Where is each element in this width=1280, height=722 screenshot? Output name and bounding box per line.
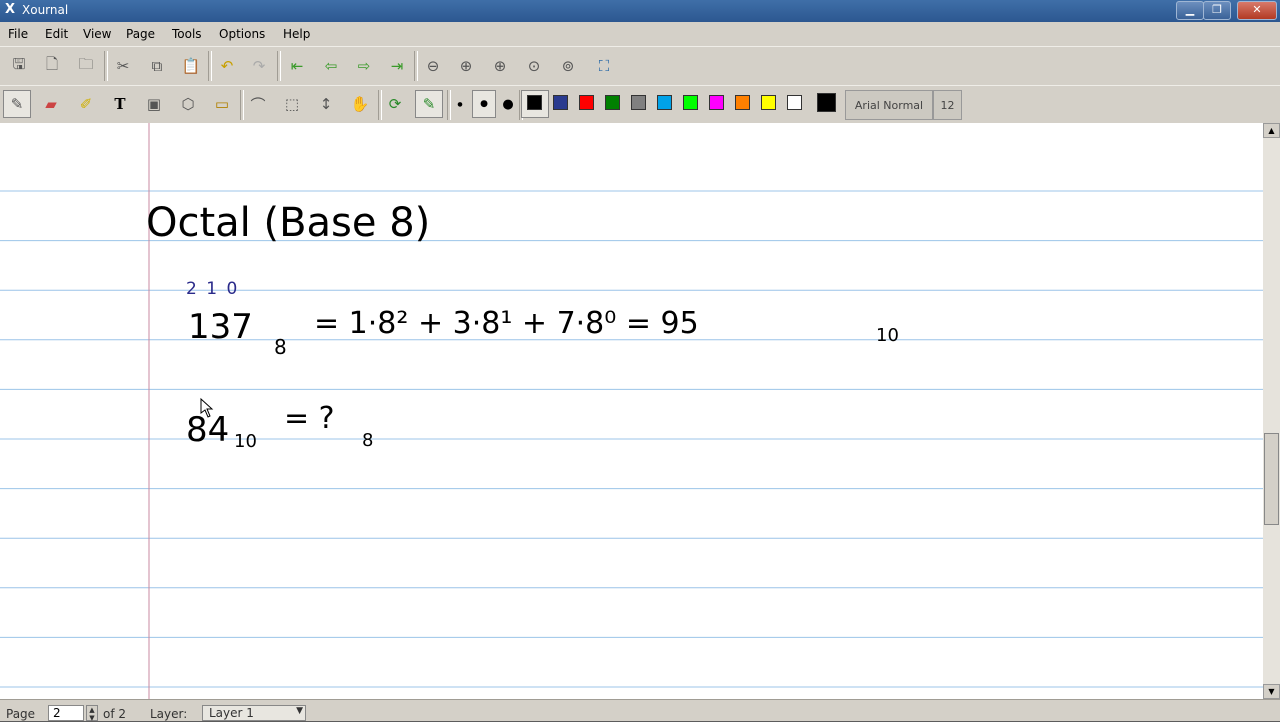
highlighter-icon[interactable]: ✐ <box>72 90 100 118</box>
app-icon: X <box>4 2 16 17</box>
color-swatch-red[interactable] <box>579 95 594 110</box>
color-swatch-light-green[interactable] <box>683 95 698 110</box>
menu-options[interactable]: Options <box>219 27 265 41</box>
line1-expression: 137 <box>188 307 253 347</box>
text-icon[interactable]: T <box>106 90 134 118</box>
color-swatch-green[interactable] <box>605 95 620 110</box>
select-region-icon[interactable]: ⌒ <box>244 90 272 118</box>
paste-icon[interactable]: 📋 <box>177 52 205 80</box>
zoom-fit-icon[interactable]: ⊚ <box>554 52 582 80</box>
color-swatch-magenta[interactable] <box>709 95 724 110</box>
hand-icon[interactable]: ✋ <box>346 90 374 118</box>
line1-subscript: 8 <box>274 335 287 359</box>
zoom-out-icon[interactable]: ⊖ <box>419 52 447 80</box>
thickness-thick-icon[interactable]: ● <box>498 90 518 118</box>
zoom-in-icon[interactable]: ⊕ <box>452 52 480 80</box>
color-swatch-gray[interactable] <box>631 95 646 110</box>
menu-view[interactable]: View <box>83 27 111 41</box>
page-number-input[interactable] <box>48 705 84 721</box>
status-bar: Page ▲▼ of 2 Layer: Layer 1 ▼ <box>0 699 1280 722</box>
line1-rhs: = 1·8² + 3·8¹ + 7·8⁰ = 95 <box>314 306 699 341</box>
ruler-icon[interactable]: ▭ <box>208 90 236 118</box>
layer-select-value: Layer 1 <box>209 706 254 720</box>
tools-toolbar: ✎ ▰ ✐ T ▣ ⬡ ▭ ⌒ ⬚ ↕ ✋ ⟳ ✎ ● ● ● Arial No… <box>0 85 1280 125</box>
default-tool-icon[interactable]: ⟳ <box>381 90 409 118</box>
copy-icon[interactable]: ⧉ <box>143 52 171 80</box>
menu-page[interactable]: Page <box>126 27 155 41</box>
cut-icon[interactable]: ✂ <box>109 52 137 80</box>
thickness-medium-icon[interactable]: ● <box>472 90 496 118</box>
menu-help[interactable]: Help <box>283 27 310 41</box>
minimize-button[interactable]: ▁ <box>1176 1 1204 20</box>
color-swatch-yellow[interactable] <box>761 95 776 110</box>
toolbar-separator <box>208 51 212 81</box>
toolbar-separator <box>277 51 281 81</box>
color-swatch-white[interactable] <box>787 95 802 110</box>
window-title: Xournal <box>22 3 69 17</box>
layer-select[interactable]: Layer 1 ▼ <box>202 705 306 721</box>
vertical-scrollbar[interactable]: ▲ ▼ <box>1263 123 1280 699</box>
next-page-icon[interactable]: ⇨ <box>350 52 378 80</box>
place-values-text: 2 1 0 <box>186 279 239 299</box>
zoom-in-2-icon[interactable]: ⊕ <box>486 52 514 80</box>
toolbar-separator <box>447 90 451 120</box>
redo-icon[interactable]: ↷ <box>245 52 273 80</box>
select-rectangle-icon[interactable]: ⬚ <box>278 90 306 118</box>
font-size-button[interactable]: 12 <box>933 90 962 120</box>
vertical-space-icon[interactable]: ↕ <box>312 90 340 118</box>
undo-icon[interactable]: ↶ <box>213 52 241 80</box>
color-swatch-light-blue[interactable] <box>657 95 672 110</box>
toolbar-separator <box>414 51 418 81</box>
line2-rhs-subscript: 8 <box>362 430 373 451</box>
color-swatch-current[interactable] <box>817 93 836 112</box>
layer-label: Layer: <box>150 707 188 721</box>
font-name-button[interactable]: Arial Normal <box>845 90 933 120</box>
color-swatch-blue[interactable] <box>553 95 568 110</box>
menu-file[interactable]: File <box>8 27 28 41</box>
chevron-down-icon: ▼ <box>296 706 303 716</box>
new-page-icon[interactable]: 🗋 <box>38 52 66 80</box>
scroll-up-arrow-icon[interactable]: ▲ <box>1263 123 1280 138</box>
save-icon[interactable]: 🖫 <box>5 52 33 80</box>
eraser-icon[interactable]: ▰ <box>37 90 65 118</box>
maximize-button[interactable]: ❐ <box>1203 1 1231 20</box>
title-bar: X Xournal ▁ ❐ ✕ <box>0 0 1280 22</box>
thickness-fine-icon[interactable]: ● <box>452 90 468 118</box>
toolbar-separator <box>104 51 108 81</box>
line2-subscript: 10 <box>234 431 257 452</box>
close-button[interactable]: ✕ <box>1237 1 1277 20</box>
open-folder-icon[interactable]: 🗀 <box>72 52 100 80</box>
page-canvas[interactable]: Octal (Base 8) 2 1 0 137 8 = 1·8² + 3·8¹… <box>0 123 1263 699</box>
previous-page-icon[interactable]: ⇦ <box>317 52 345 80</box>
last-page-icon[interactable]: ⇥ <box>383 52 411 80</box>
default-pen-icon[interactable]: ✎ <box>415 90 443 118</box>
color-swatch-black[interactable] <box>527 95 542 110</box>
menu-bar: File Edit View Page Tools Options Help <box>0 22 1280 46</box>
page-total-label: of 2 <box>103 707 127 721</box>
menu-tools[interactable]: Tools <box>172 27 202 41</box>
scroll-down-arrow-icon[interactable]: ▼ <box>1263 684 1280 699</box>
scroll-thumb[interactable] <box>1264 433 1279 525</box>
notebook-page[interactable]: Octal (Base 8) 2 1 0 137 8 = 1·8² + 3·8¹… <box>0 123 1263 699</box>
page-label: Page <box>6 707 36 721</box>
pen-icon[interactable]: ✎ <box>3 90 31 118</box>
heading-text: Octal (Base 8) <box>146 200 430 246</box>
shape-recognizer-icon[interactable]: ⬡ <box>174 90 202 118</box>
color-swatch-orange[interactable] <box>735 95 750 110</box>
zoom-100-icon[interactable]: ⊙ <box>520 52 548 80</box>
page-spin-button[interactable]: ▲ ▼ <box>86 705 98 722</box>
first-page-icon[interactable]: ⇤ <box>283 52 311 80</box>
fullscreen-icon[interactable]: ⛶ <box>590 52 618 80</box>
line2-rhs: = ? <box>284 401 335 436</box>
line1-rhs-subscript: 10 <box>876 325 899 346</box>
menu-edit[interactable]: Edit <box>45 27 68 41</box>
image-icon[interactable]: ▣ <box>140 90 168 118</box>
main-toolbar: 🖫 🗋 🗀 ✂ ⧉ 📋 ↶ ↷ ⇤ ⇦ ⇨ ⇥ ⊖ ⊕ ⊕ ⊙ ⊚ ⛶ <box>0 46 1280 87</box>
